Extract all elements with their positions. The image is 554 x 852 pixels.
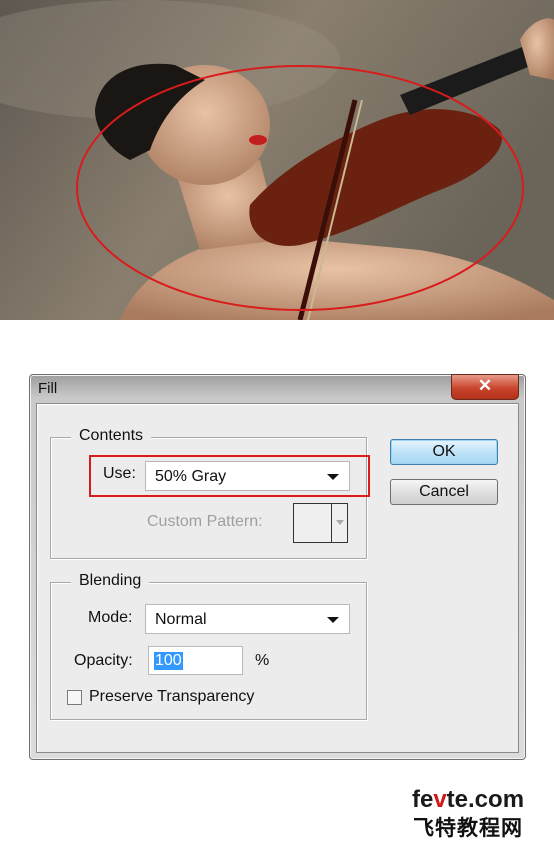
preserve-transparency-label[interactable]: Preserve Transparency: [89, 688, 254, 706]
mode-select-value: Normal: [155, 611, 207, 628]
mode-select[interactable]: Normal: [145, 604, 350, 634]
opacity-input[interactable]: 100: [148, 646, 243, 675]
pattern-swatch: [294, 504, 332, 542]
contents-group-label: Contents: [71, 427, 152, 445]
close-icon: ✕: [477, 376, 493, 395]
chevron-down-icon: [327, 617, 339, 623]
opacity-unit: %: [255, 652, 270, 669]
dialog-title: Fill: [38, 380, 58, 397]
blending-group-label: Blending: [71, 572, 150, 590]
ok-button[interactable]: OK: [390, 439, 498, 465]
cancel-button[interactable]: Cancel: [390, 479, 498, 505]
custom-pattern-picker[interactable]: [293, 503, 348, 543]
preserve-transparency-checkbox[interactable]: [67, 690, 82, 705]
watermark-domain: fevte.com: [388, 786, 548, 814]
annotation-highlight-box: [89, 455, 370, 497]
opacity-label: Opacity:: [74, 652, 133, 669]
close-button[interactable]: ✕: [451, 374, 519, 400]
custom-pattern-label: Custom Pattern:: [147, 513, 263, 530]
opacity-input-value: 100: [154, 652, 183, 670]
watermark-chinese: 飞特教程网: [413, 817, 523, 840]
watermark-part-a: fe: [411, 786, 434, 813]
photo-illustration: [0, 0, 554, 320]
violinist-photo: [0, 0, 554, 320]
chevron-down-icon: [336, 520, 344, 525]
site-watermark: fevte.com 飞特教程网: [388, 786, 548, 842]
watermark-part-b: v: [433, 786, 447, 813]
watermark-part-c: te.com: [446, 786, 525, 813]
mode-label: Mode:: [88, 609, 133, 626]
